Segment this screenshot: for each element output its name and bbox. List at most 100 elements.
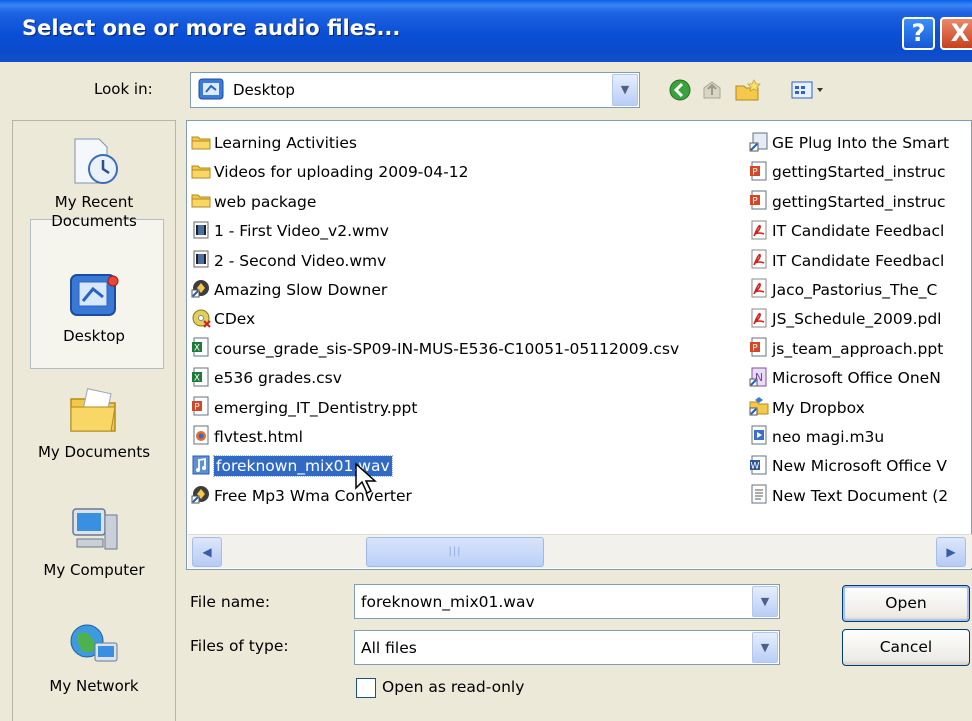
file-item[interactable]: IT Candidate Feedbacl [749, 217, 949, 246]
pdf-icon [749, 220, 769, 240]
file-name-value: foreknown_mix01.wav [361, 593, 535, 611]
file-name: Learning Activities [214, 134, 357, 152]
desktop-icon [67, 269, 121, 323]
up-folder-icon[interactable] [700, 78, 724, 106]
file-item[interactable]: PgettingStarted_instruc [749, 158, 949, 187]
place-my-network[interactable]: My Network [13, 619, 175, 696]
file-item[interactable]: Videos for uploading 2009-04-12 [191, 158, 679, 187]
powerpoint-icon: P [749, 337, 769, 357]
recent-documents-icon [67, 135, 121, 189]
file-item[interactable]: Amazing Slow Downer [191, 276, 679, 305]
title-bar[interactable]: Select one or more audio files... ? X [0, 0, 972, 62]
file-item[interactable]: GE Plug Into the Smart [749, 129, 949, 158]
place-label: My Network [49, 677, 139, 695]
file-item[interactable]: My Dropbox [749, 394, 949, 423]
open-button[interactable]: Open [842, 585, 970, 622]
file-item[interactable]: 2 - Second Video.wmv [191, 247, 679, 276]
place-my-documents[interactable]: My Documents [13, 385, 175, 462]
video-icon [191, 249, 211, 269]
place-label: My Recent Documents [51, 193, 137, 230]
text-icon [749, 484, 769, 504]
file-column-2: GE Plug Into the Smart PgettingStarted_in… [749, 129, 949, 511]
file-item[interactable]: New Text Document (2 [749, 482, 949, 511]
html-icon [191, 425, 211, 445]
svg-text:P: P [752, 197, 758, 207]
app-icon [191, 484, 211, 504]
file-item[interactable]: Jaco_Pastorius_The_C [749, 276, 949, 305]
file-item[interactable]: Pemerging_IT_Dentistry.ppt [191, 394, 679, 423]
file-item[interactable]: Learning Activities [191, 129, 679, 158]
file-type-select[interactable]: All files ▼ [354, 630, 780, 665]
file-item[interactable]: 1 - First Video_v2.wmv [191, 217, 679, 246]
file-item[interactable]: Xe536 grades.csv [191, 364, 679, 393]
playlist-icon [749, 425, 769, 445]
file-item[interactable]: PgettingStarted_instruc [749, 188, 949, 217]
video-icon [191, 220, 211, 240]
look-in-dropdown[interactable]: Desktop ▼ [190, 72, 640, 108]
file-item[interactable]: W New Microsoft Office V [749, 452, 949, 481]
cancel-button[interactable]: Cancel [842, 629, 970, 666]
file-item[interactable]: Free Mp3 Wma Converter [191, 482, 679, 511]
file-name: GE Plug Into the Smart [772, 134, 950, 152]
close-button[interactable]: X [940, 17, 972, 50]
my-documents-icon [67, 385, 121, 439]
chevron-down-icon[interactable]: ▼ [752, 632, 778, 663]
file-name: Microsoft Office OneN [772, 369, 941, 388]
file-type-value: All files [361, 639, 417, 657]
desktop-small-icon [197, 77, 225, 107]
place-my-recent-documents[interactable]: My Recent Documents [13, 135, 175, 231]
new-folder-icon[interactable] [734, 78, 762, 106]
place-desktop[interactable]: Desktop [13, 269, 175, 346]
dropbox-icon [749, 396, 769, 416]
file-item[interactable]: N Microsoft Office OneN [749, 364, 949, 393]
file-item[interactable]: web package [191, 188, 679, 217]
place-label: Desktop [63, 327, 125, 345]
file-name: CDex [214, 310, 256, 329]
file-item[interactable]: flvtest.html [191, 423, 679, 452]
window-title: Select one or more audio files... [22, 16, 401, 40]
shortcut-icon [749, 132, 769, 152]
look-in-value: Desktop [233, 81, 295, 99]
file-name: Amazing Slow Downer [214, 280, 388, 299]
horizontal-scrollbar[interactable]: ◀ ||| ▶ [188, 534, 972, 568]
chevron-down-icon[interactable]: ▼ [612, 74, 638, 106]
svg-text:X: X [194, 344, 200, 354]
powerpoint-icon: P [749, 190, 769, 210]
svg-text:P: P [752, 344, 758, 354]
file-name: web package [214, 192, 317, 211]
app-icon [191, 278, 211, 298]
word-icon: W [749, 455, 769, 475]
file-item[interactable]: Pjs_team_approach.ppt [749, 335, 949, 364]
cd-icon [191, 308, 211, 328]
file-item[interactable]: Xcourse_grade_sis-SP09-IN-MUS-E536-C1005… [191, 335, 679, 364]
place-label: My Computer [43, 561, 145, 579]
read-only-checkbox[interactable] [356, 678, 376, 698]
place-label: My Documents [37, 443, 151, 461]
file-item[interactable]: neo magi.m3u [749, 423, 949, 452]
file-column-1: Learning Activities Videos for uploading … [191, 129, 679, 511]
folder-icon [191, 161, 211, 181]
chevron-down-icon[interactable]: ▼ [752, 586, 778, 617]
powerpoint-icon: P [191, 396, 211, 416]
powerpoint-icon: P [749, 161, 769, 181]
folder-icon [191, 190, 211, 210]
place-my-computer[interactable]: My Computer [13, 503, 175, 580]
places-bar: My Recent Documents Desktop My Documents [12, 120, 176, 721]
file-item[interactable]: CDex [191, 305, 679, 334]
file-item[interactable]: JS_Schedule_2009.pdl [749, 305, 949, 334]
help-button[interactable]: ? [902, 17, 935, 50]
scroll-left-button[interactable]: ◀ [192, 537, 222, 567]
scroll-right-button[interactable]: ▶ [936, 537, 966, 567]
back-icon[interactable] [668, 78, 692, 106]
svg-text:W: W [751, 461, 760, 471]
file-list[interactable]: Learning Activities Videos for uploading … [186, 120, 972, 570]
file-type-label: Files of type: [190, 637, 289, 655]
file-item[interactable]: foreknown_mix01.wav [191, 452, 679, 481]
file-name: IT Candidate Feedbacl [772, 251, 945, 270]
view-menu-icon[interactable] [790, 78, 830, 106]
pdf-icon [749, 278, 769, 298]
scroll-thumb[interactable]: ||| [366, 537, 544, 567]
file-name: gettingStarted_instruc [772, 192, 946, 211]
file-name-input[interactable]: foreknown_mix01.wav ▼ [354, 584, 780, 619]
file-item[interactable]: IT Candidate Feedbacl [749, 247, 949, 276]
